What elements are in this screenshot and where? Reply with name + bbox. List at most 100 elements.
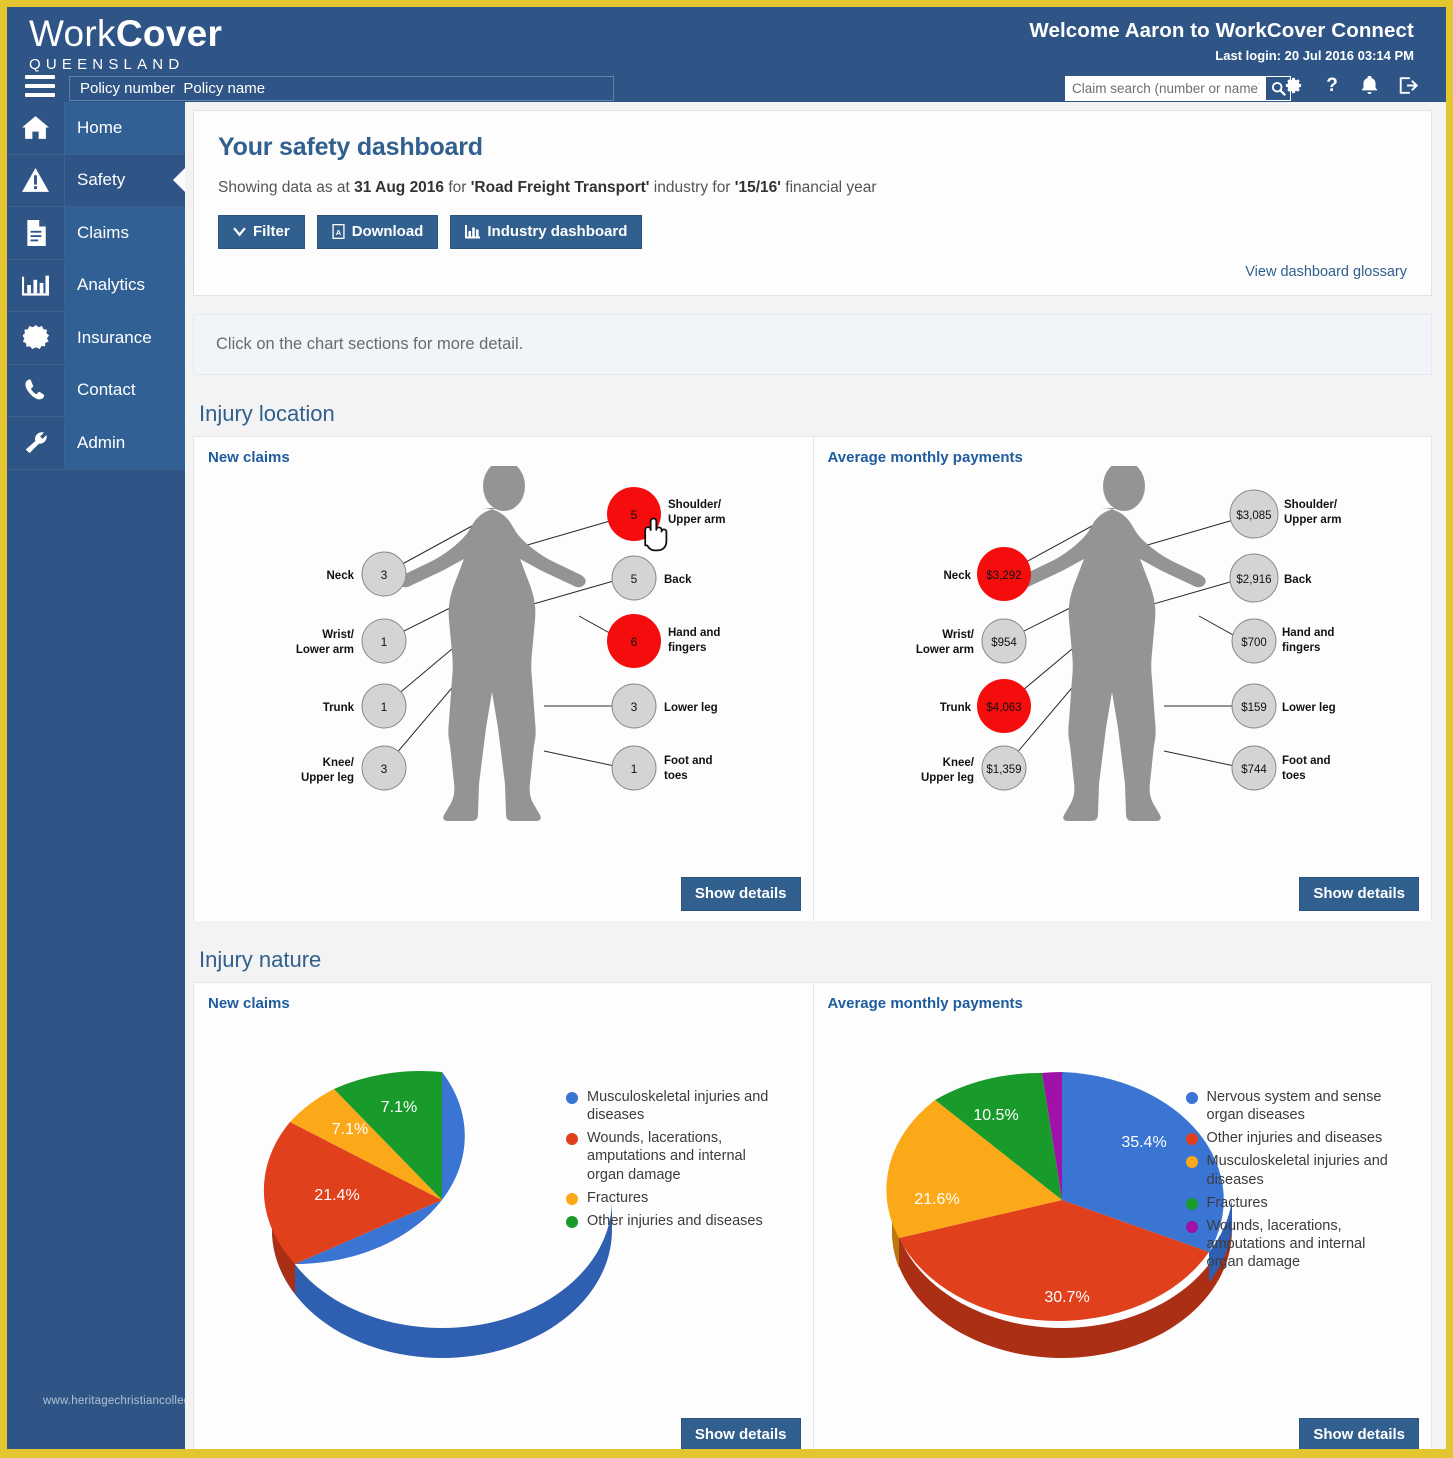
legend-dot-icon [1185,1092,1198,1104]
dashboard-subtitle: Showing data as at 31 Aug 2016 for 'Road… [218,179,1407,197]
legend-item[interactable]: Fractures [1185,1194,1397,1212]
body-map-svg: $3,292 Neck $954 Wrist/ Lower arm $4,063… [915,466,1341,821]
body-map-avg-payments[interactable]: $3,292 Neck $954 Wrist/ Lower arm $4,063… [814,466,1432,921]
svg-text:Shoulder/: Shoulder/ [668,499,722,511]
legend-item[interactable]: Other injuries and diseases [1185,1129,1397,1147]
sidebar-item-admin[interactable]: Admin [7,417,185,470]
legend-label: Fractures [1206,1194,1268,1211]
gear-icon[interactable] [1284,76,1303,95]
svg-text:3: 3 [631,700,638,714]
legend-label: Musculoskeletal injuries and diseases [587,1089,769,1124]
seal-icon [7,312,65,364]
legend-item[interactable]: Wounds, lacerations, amputations and int… [1185,1217,1397,1271]
logo-cover: Cover [115,13,223,54]
svg-text:$744: $744 [1241,764,1267,776]
legend-dot-icon [1185,1220,1198,1233]
svg-text:Shoulder/: Shoulder/ [1284,499,1338,511]
svg-text:$4,063: $4,063 [986,702,1021,714]
show-details-button[interactable]: Show details [1299,877,1419,911]
sidebar-item-label: Admin [77,432,126,452]
chart-hint-text: Click on the chart sections for more det… [216,335,524,353]
show-details-button[interactable]: Show details [680,1418,801,1449]
subtitle-date: 31 Aug 2016 [354,179,445,196]
svg-text:Upper arm: Upper arm [668,514,726,526]
svg-text:Upper leg: Upper leg [301,772,354,784]
legend-item[interactable]: Other injuries and diseases [566,1212,777,1230]
phone-icon [7,364,65,416]
svg-text:Lower arm: Lower arm [296,644,354,656]
chart-hint-banner: Click on the chart sections for more det… [193,314,1432,375]
subtitle-year: '15/16' [734,179,781,196]
svg-text:Lower leg: Lower leg [1282,702,1336,714]
subtitle-p2: for [444,179,471,196]
sidebar-item-safety[interactable]: Safety [7,154,186,207]
svg-text:6: 6 [631,635,638,649]
pie-chart-avg-payments[interactable]: 35.4% 30.7% 21.6% 10.5% Nervous system a… [814,1012,1432,1449]
bell-icon[interactable] [1361,75,1378,95]
human-silhouette [1017,466,1206,821]
svg-text:1: 1 [381,700,388,714]
sidebar-item-contact[interactable]: Contact [7,364,185,417]
pie-chart-new-claims[interactable]: 64.3% 21.4% 7.1% 7.1% Musculoskeletal in… [194,1012,813,1449]
svg-text:Lower arm: Lower arm [915,644,973,656]
view-dashboard-glossary-link[interactable]: View dashboard glossary [1245,264,1407,280]
svg-text:3: 3 [381,762,388,776]
pie-legend-new-claims: Musculoskeletal injuries and diseases Wo… [566,1088,777,1235]
legend-item[interactable]: Nervous system and sense organ diseases [1185,1088,1397,1124]
legend-dot-icon [566,1215,578,1228]
sidebar-item-analytics[interactable]: Analytics [7,259,185,312]
claim-search-input[interactable] [1065,76,1265,101]
cell-title: New claims [208,995,290,1012]
show-details-button[interactable]: Show details [1299,1418,1419,1449]
filter-button[interactable]: Filter [218,215,305,249]
glossary-row: View dashboard glossary [218,263,1407,281]
sidebar-item-insurance[interactable]: Insurance [7,312,185,365]
sidebar-item-claims[interactable]: Claims [7,207,185,260]
legend-dot-icon [1185,1197,1198,1210]
body-map-new-claims[interactable]: 3 Neck 1 Wrist/ Lower arm 1 Trunk 3 Knee [194,466,813,921]
filter-button-label: Filter [253,223,290,240]
pie-label-2: 7.1% [332,1121,368,1138]
body-map-svg: 3 Neck 1 Wrist/ Lower arm 1 Trunk 3 Knee [296,466,726,821]
subtitle-p1: Showing data as at [218,179,355,196]
svg-text:Hand and: Hand and [668,627,720,639]
legend-item[interactable]: Musculoskeletal injuries and diseases [566,1088,777,1124]
industry-dashboard-button[interactable]: Industry dashboard [450,215,643,249]
cell-title: Average monthly payments [827,995,1023,1012]
welcome-block: Welcome Aaron to WorkCover Connect Last … [1029,19,1414,63]
page-title: Your safety dashboard [218,133,483,161]
legend-dot-icon [566,1092,578,1104]
svg-text:3: 3 [381,568,388,582]
logout-icon[interactable] [1398,76,1418,95]
svg-text:Wrist/: Wrist/ [322,629,355,641]
dashboard-header-panel: Your safety dashboard Showing data as at… [193,110,1432,296]
injury-location-grid: New claims 3 Neck 1 Wrist/ Lower arm 1 T… [193,436,1432,921]
svg-text:$159: $159 [1241,702,1267,714]
svg-text:Foot and: Foot and [664,755,713,767]
chevron-down-icon [233,226,246,236]
section-title-injury-nature: Injury nature [199,947,322,972]
svg-text:toes: toes [664,770,688,782]
legend-item[interactable]: Wounds, lacerations, amputations and int… [566,1129,777,1183]
download-button[interactable]: A Download [316,215,439,249]
legend-item[interactable]: Musculoskeletal injuries and diseases [1185,1152,1397,1188]
hamburger-menu-icon[interactable] [21,75,59,101]
legend-item[interactable]: Fractures [566,1189,777,1207]
sidebar-item-label: Claims [77,222,129,242]
logo[interactable]: WorkCover QUEENSLAND [29,15,222,72]
svg-text:Trunk: Trunk [939,702,971,714]
pie-label-3: 7.1% [381,1099,417,1116]
svg-text:A: A [335,228,341,237]
legend-label: Other injuries and diseases [1206,1130,1383,1147]
sidebar-item-home[interactable]: Home [7,102,185,155]
show-details-button[interactable]: Show details [680,877,801,911]
help-icon[interactable]: ? [1323,75,1341,95]
document-icon [7,207,65,259]
sidebar-item-label: Safety [77,170,126,190]
legend-label: Wounds, lacerations, amputations and int… [587,1130,746,1183]
policy-search-input[interactable] [69,76,614,101]
pie-label-1: 21.4% [314,1187,359,1204]
bar-chart-icon [465,224,481,238]
svg-text:Back: Back [664,574,692,586]
legend-label: Nervous system and sense organ diseases [1206,1089,1382,1124]
